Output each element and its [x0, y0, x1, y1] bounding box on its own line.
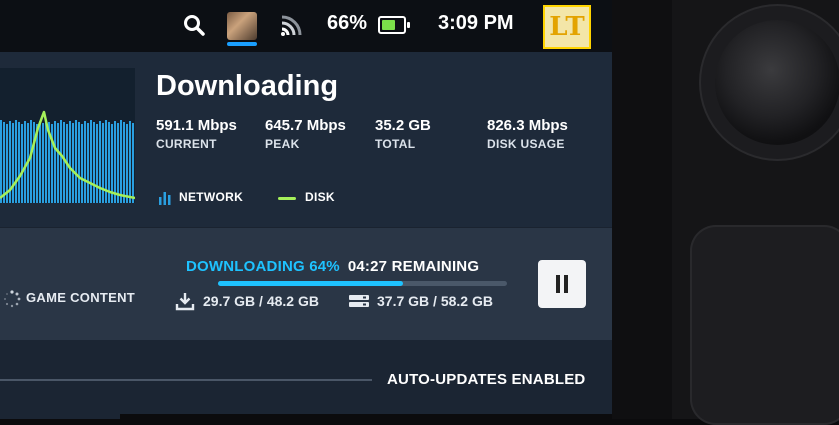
stat-current: 591.1 Mbps CURRENT — [156, 117, 237, 151]
downloaded-size: 29.7 GB / 48.2 GB — [203, 293, 319, 309]
downloaded-amount: 29.7 GB — [203, 293, 256, 309]
device-edge — [120, 414, 612, 419]
network-bar — [99, 121, 101, 203]
network-bar — [12, 123, 14, 203]
network-bar — [81, 124, 83, 203]
profile-avatar[interactable]: LT — [543, 5, 591, 49]
network-bar — [24, 121, 26, 203]
stat-value: 826.3 Mbps — [487, 117, 568, 134]
stat-total: 35.2 GB TOTAL — [375, 117, 431, 151]
page-title: Downloading — [156, 70, 339, 102]
network-bar — [54, 121, 56, 203]
network-bar — [18, 122, 20, 203]
network-bar — [60, 120, 62, 203]
battery-fill — [382, 20, 395, 30]
download-progress-bar — [218, 281, 507, 286]
legend-disk: DISK — [305, 190, 335, 204]
network-bar — [63, 122, 65, 203]
search-icon[interactable] — [183, 14, 205, 36]
disk-total: 58.2 GB — [440, 293, 493, 309]
disk-size: 37.7 GB / 58.2 GB — [377, 293, 493, 309]
disk-line-icon — [278, 197, 296, 200]
network-bar — [120, 120, 122, 203]
network-bar — [123, 122, 125, 203]
clock: 3:09 PM — [438, 12, 514, 34]
disk-written: 37.7 GB — [377, 293, 430, 309]
network-bar — [45, 120, 47, 203]
stat-value: 645.7 Mbps — [265, 117, 346, 134]
status-bar: 66% 3:09 PM LT — [0, 0, 612, 52]
legend-network: NETWORK — [179, 190, 244, 204]
friends-indicator — [227, 42, 257, 46]
size-separator: / — [433, 293, 437, 309]
network-bar — [117, 123, 119, 203]
network-bar — [30, 120, 32, 203]
download-graph — [0, 68, 135, 203]
battery-icon — [378, 16, 410, 34]
network-bar — [15, 120, 17, 203]
pause-button[interactable] — [538, 260, 586, 308]
right-thumbstick — [715, 20, 839, 145]
battery-percent: 66% — [327, 12, 368, 34]
stat-label: CURRENT — [156, 137, 217, 151]
network-bar — [0, 120, 2, 203]
section-divider — [0, 379, 372, 381]
network-bar — [78, 122, 80, 203]
network-bar — [96, 124, 98, 203]
loading-spinner-icon — [4, 290, 21, 308]
network-bar — [90, 120, 92, 203]
stat-label: DISK USAGE — [487, 137, 565, 151]
network-bar — [87, 123, 89, 203]
disk-icon — [349, 295, 369, 307]
network-bar — [102, 123, 104, 203]
network-bar — [21, 124, 23, 203]
network-bar — [3, 122, 5, 203]
stat-label: PEAK — [265, 137, 300, 151]
network-bar — [93, 122, 95, 203]
progress-fill — [218, 281, 403, 286]
network-bar — [114, 121, 116, 203]
stat-label: TOTAL — [375, 137, 416, 151]
network-bars-icon — [159, 192, 171, 205]
network-bar — [42, 123, 44, 203]
stat-peak: 645.7 Mbps PEAK — [265, 117, 346, 151]
network-bar — [39, 121, 41, 203]
size-separator: / — [259, 293, 263, 309]
download-total: 48.2 GB — [266, 293, 319, 309]
network-bar — [33, 122, 35, 203]
download-icon — [175, 293, 195, 311]
network-bar — [126, 124, 128, 203]
stat-value: 591.1 Mbps — [156, 117, 237, 134]
download-percent: DOWNLOADING 64% — [186, 258, 340, 275]
bezel-edge — [612, 0, 672, 419]
network-bar — [84, 121, 86, 203]
auto-updates-label: AUTO-UPDATES ENABLED — [387, 371, 586, 388]
network-bar — [132, 123, 134, 203]
friends-avatar[interactable] — [227, 12, 257, 40]
time-remaining: 04:27 REMAINING — [347, 258, 480, 275]
network-bar — [72, 123, 74, 203]
stat-disk-usage: 826.3 Mbps DISK USAGE — [487, 117, 568, 151]
game-content-label: GAME CONTENT — [26, 290, 136, 305]
wifi-icon — [281, 15, 302, 36]
network-bar — [69, 121, 71, 203]
network-bar — [57, 123, 59, 203]
stat-value: 35.2 GB — [375, 117, 431, 134]
network-bar — [129, 121, 131, 203]
right-trackpad — [690, 225, 839, 425]
network-bar — [75, 120, 77, 203]
steam-deck-screen: 66% 3:09 PM LT Downloading 591.1 Mbps CU… — [0, 0, 612, 419]
download-status: DOWNLOADING 64% 04:27 REMAINING — [186, 258, 479, 275]
